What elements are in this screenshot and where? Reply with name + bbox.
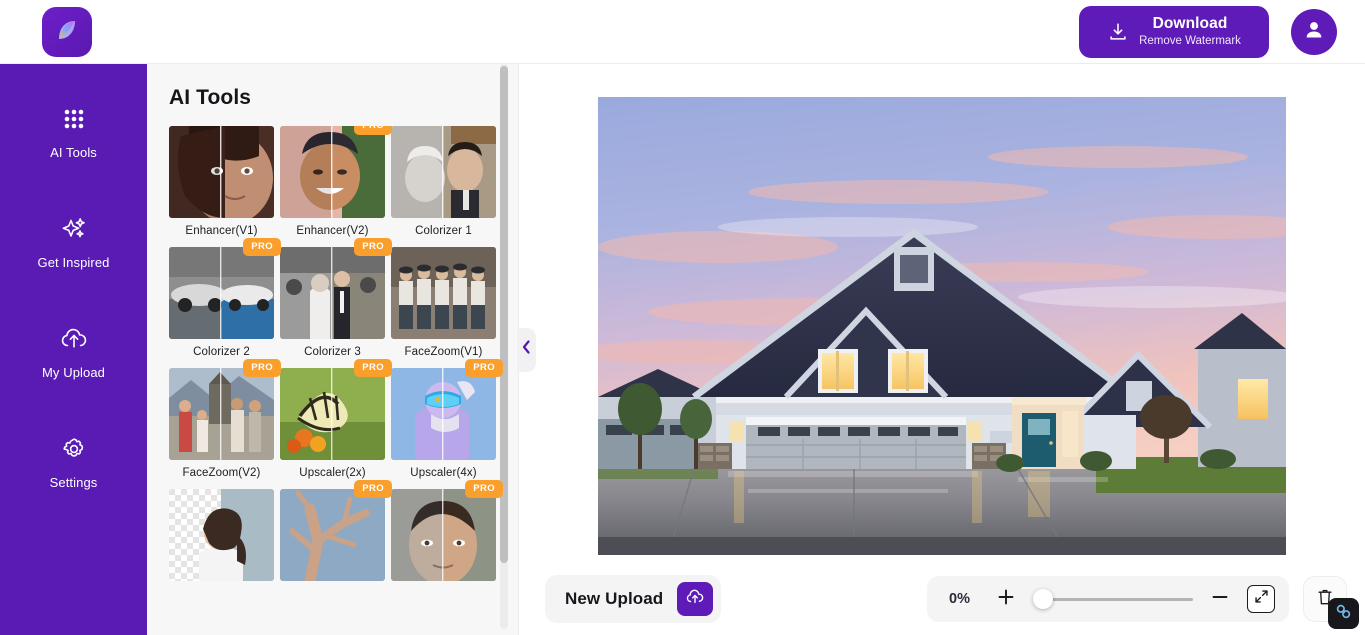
app-header: Download Remove Watermark	[0, 0, 1365, 64]
sparkles-icon	[59, 214, 89, 244]
tool-label: FaceZoom(V2)	[182, 467, 261, 479]
pro-badge: PRO	[465, 480, 503, 498]
app-root: Download Remove Watermark AI Tools Get I…	[0, 0, 1365, 635]
tool-label: Colorizer 1	[415, 225, 472, 237]
preview-image[interactable]	[598, 97, 1286, 555]
zoom-slider[interactable]	[1033, 587, 1193, 611]
gear-icon	[59, 434, 89, 464]
chevron-left-icon	[521, 339, 532, 360]
bottom-toolbar: New Upload 0%	[519, 563, 1365, 635]
sidebar-item-label: Get Inspired	[37, 255, 110, 270]
panel-title: AI Tools	[169, 86, 252, 109]
download-icon	[1107, 21, 1129, 43]
tool-card[interactable]: PRO	[169, 238, 281, 368]
user-avatar-button[interactable]	[1291, 8, 1337, 55]
tool-card[interactable]: PRO	[280, 359, 392, 489]
tool-card[interactable]: FaceZoom(V1)	[391, 247, 496, 368]
zoom-in-button[interactable]	[993, 586, 1019, 612]
tool-thumbnail[interactable]	[169, 247, 274, 339]
zoom-slider-rail	[1033, 598, 1193, 601]
app-body: AI Tools Get Inspired My Upload Settings…	[0, 64, 1365, 635]
collapse-panel-button[interactable]	[517, 327, 536, 372]
tool-thumbnail[interactable]	[280, 247, 385, 339]
sidebar-item-label: AI Tools	[50, 145, 97, 160]
tool-thumbnail[interactable]	[391, 247, 496, 339]
download-text: Download Remove Watermark	[1139, 15, 1241, 48]
grid-dots-icon	[59, 104, 89, 134]
tool-card[interactable]: Colorizer 1	[391, 126, 496, 247]
leaf-logo-icon[interactable]	[42, 6, 92, 57]
tool-thumbnail[interactable]	[280, 489, 385, 581]
zoom-slider-knob[interactable]	[1033, 589, 1053, 609]
new-upload-label: New Upload	[565, 589, 664, 608]
sidebar-item-settings[interactable]: Settings	[0, 430, 147, 494]
tool-thumbnail[interactable]	[169, 368, 274, 460]
sidebar-item-label: My Upload	[41, 365, 106, 380]
sidebar-item-ai-tools[interactable]: AI Tools	[0, 100, 147, 164]
left-sidebar: AI Tools Get Inspired My Upload Settings	[0, 64, 147, 635]
download-button[interactable]: Download Remove Watermark	[1079, 5, 1269, 58]
download-title: Download	[1152, 14, 1228, 32]
tools-grid: Enhancer(V1) PRO	[169, 126, 503, 581]
pro-badge: PRO	[354, 126, 392, 135]
tool-card[interactable]: PRO	[280, 480, 392, 581]
panel-scrollbar-track[interactable]	[500, 64, 508, 629]
pro-badge: PRO	[465, 359, 503, 377]
tool-thumbnail[interactable]	[391, 368, 496, 460]
link-badge-button[interactable]	[1328, 598, 1359, 629]
pro-badge: PRO	[354, 480, 392, 498]
pro-badge: PRO	[243, 359, 281, 377]
tool-thumbnail[interactable]	[391, 489, 496, 581]
download-subtitle: Remove Watermark	[1139, 34, 1241, 47]
ai-tools-panel: AI Tools Enhancer(V1) Enhancer(V2) Color…	[147, 64, 536, 635]
tool-card[interactable]: PRO	[391, 480, 503, 581]
tool-thumbnail[interactable]	[280, 126, 385, 218]
pro-badge: PRO	[354, 359, 392, 377]
tool-thumbnail[interactable]	[169, 126, 274, 218]
tool-thumbnail[interactable]	[280, 368, 385, 460]
user-avatar-icon	[1302, 18, 1326, 45]
tool-card[interactable]: PRO	[280, 238, 392, 368]
tool-card[interactable]	[169, 489, 274, 581]
tool-thumbnail[interactable]	[391, 126, 496, 218]
link-chain-icon	[1334, 602, 1353, 626]
sidebar-item-my-upload[interactable]: My Upload	[0, 320, 147, 384]
pro-badge: PRO	[354, 238, 392, 256]
image-canvas: New Upload 0%	[519, 64, 1365, 635]
zoom-out-button[interactable]	[1207, 586, 1233, 612]
tool-card[interactable]: PRO	[280, 126, 392, 247]
expand-arrows-icon	[1254, 589, 1269, 609]
cloud-upload-icon	[59, 324, 89, 354]
sidebar-item-label: Settings	[49, 475, 98, 490]
new-upload-button[interactable]	[677, 582, 714, 616]
tool-card[interactable]: Enhancer(V1)	[169, 126, 274, 247]
new-upload-control[interactable]: New Upload	[545, 575, 722, 623]
minus-icon	[1210, 587, 1230, 612]
tool-card[interactable]: PRO	[391, 359, 503, 489]
tools-scroll-area[interactable]: Enhancer(V1) PRO	[147, 126, 518, 635]
zoom-percentage: 0%	[949, 591, 970, 607]
tool-card[interactable]: PRO	[169, 359, 281, 489]
fit-to-screen-button[interactable]	[1247, 585, 1275, 613]
cloud-upload-icon	[685, 588, 705, 611]
sidebar-item-get-inspired[interactable]: Get Inspired	[0, 210, 147, 274]
zoom-controls: 0%	[927, 576, 1289, 622]
tool-thumbnail[interactable]	[169, 489, 274, 581]
plus-icon	[996, 587, 1016, 612]
pro-badge: PRO	[243, 238, 281, 256]
